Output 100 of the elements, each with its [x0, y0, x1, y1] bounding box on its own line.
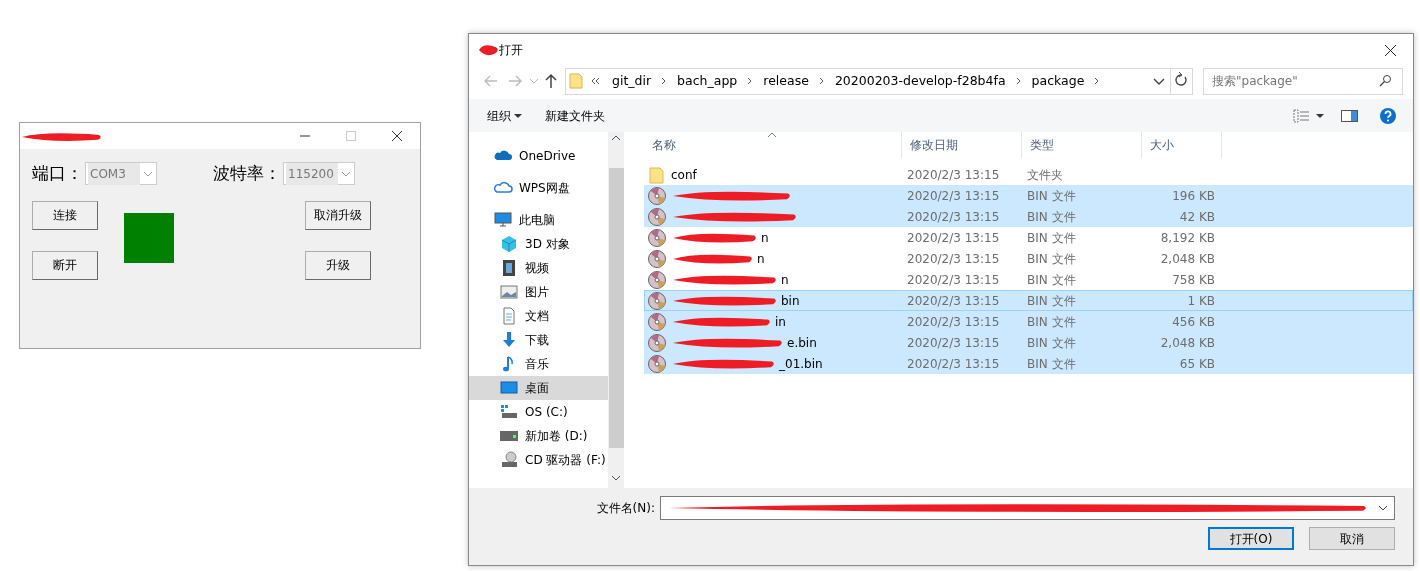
file-date: 2020/2/3 13:15 — [906, 314, 1001, 331]
organize-menu[interactable]: 组织 — [487, 106, 511, 125]
scrollbar[interactable] — [608, 132, 624, 488]
file-row[interactable]: e.bin 2020/2/3 13:15 BIN 文件 2,048 KB — [644, 332, 1413, 353]
file-date: 2020/2/3 13:15 — [906, 251, 1001, 268]
file-type: BIN 文件 — [1026, 314, 1077, 331]
file-date: 2020/2/3 13:15 — [906, 209, 1001, 226]
file-name: _01.bin — [779, 356, 823, 373]
address-bar[interactable]: git_dir bach_app release 20200203-develop-f28b4fa package — [565, 67, 1193, 95]
file-date: 2020/2/3 13:15 — [906, 356, 1001, 373]
file-type: BIN 文件 — [1026, 335, 1077, 352]
picture-icon — [499, 282, 519, 302]
nav-item[interactable]: 视频 — [469, 256, 608, 280]
cd-icon — [499, 450, 519, 470]
nav-item[interactable]: 图片 — [469, 280, 608, 304]
file-type: 文件夹 — [1026, 166, 1064, 184]
cancel-button[interactable]: 取消 — [1309, 527, 1395, 550]
breadcrumb-item[interactable]: git_dir — [604, 71, 660, 91]
connect-button[interactable]: 连接 — [32, 200, 98, 230]
breadcrumb-item[interactable]: package — [1023, 71, 1093, 91]
file-type: BIN 文件 — [1026, 356, 1077, 373]
breadcrumb-item[interactable]: release — [755, 71, 817, 91]
file-date: 2020/2/3 13:15 — [906, 188, 1001, 205]
file-row[interactable]: in 2020/2/3 13:15 BIN 文件 456 KB — [644, 311, 1413, 332]
upgrade-button[interactable]: 升级 — [305, 250, 371, 280]
file-name: e.bin — [787, 335, 817, 352]
disc-file-icon — [647, 333, 667, 353]
file-type: BIN 文件 — [1026, 272, 1077, 289]
nav-item[interactable]: 新加卷 (D:) — [469, 424, 608, 448]
file-row[interactable]: 2020/2/3 13:15 BIN 文件 42 KB — [644, 206, 1413, 227]
file-size: 1 KB — [1186, 293, 1216, 310]
file-row[interactable]: 2020/2/3 13:15 BIN 文件 196 KB — [644, 185, 1413, 206]
baud-rate-dropdown[interactable]: 115200 — [283, 162, 355, 186]
file-size: 2,048 KB — [1159, 251, 1216, 268]
help-icon[interactable] — [1379, 106, 1397, 125]
name-column-header[interactable]: 名称 — [644, 132, 902, 158]
type-column-header[interactable]: 类型 — [1022, 132, 1142, 158]
disc-file-icon — [647, 291, 667, 311]
nav-item[interactable]: CD 驱动器 (F:) — [469, 448, 608, 472]
cube-icon — [499, 234, 519, 254]
file-name-field[interactable] — [660, 496, 1395, 520]
search-field[interactable]: 搜索"package" — [1203, 67, 1403, 95]
disc-file-icon — [647, 312, 667, 332]
cancel-upgrade-button[interactable]: 取消升级 — [305, 200, 371, 230]
file-size: 42 KB — [1178, 209, 1216, 226]
file-size: 758 KB — [1171, 272, 1216, 289]
file-row[interactable]: n 2020/2/3 13:15 BIN 文件 758 KB — [644, 269, 1413, 290]
nav-item[interactable]: 3D 对象 — [469, 232, 608, 256]
nav-item[interactable]: WPS网盘 — [469, 176, 608, 200]
maximize-icon — [346, 131, 356, 141]
port-label: 端口： — [32, 162, 83, 185]
port-dropdown[interactable]: COM3 — [85, 162, 157, 186]
scrollbar-thumb[interactable] — [608, 168, 624, 448]
nav-item[interactable]: OS (C:) — [469, 400, 608, 424]
file-size: 65 KB — [1178, 356, 1216, 373]
file-date: 2020/2/3 13:15 — [906, 230, 1001, 247]
file-name: in — [775, 314, 786, 331]
disc-file-icon — [647, 228, 667, 248]
file-date: 2020/2/3 13:15 — [906, 272, 1001, 289]
file-row[interactable]: bin 2020/2/3 13:15 BIN 文件 1 KB — [644, 290, 1413, 311]
sort-caret-icon — [766, 130, 778, 138]
file-size: 196 KB — [1171, 188, 1216, 205]
size-column-header[interactable]: 大小 — [1142, 132, 1222, 158]
file-name-label: 文件名(N): — [596, 500, 655, 517]
nav-item[interactable]: 文档 — [469, 304, 608, 328]
file-date: 2020/2/3 13:15 — [906, 293, 1001, 310]
file-type: BIN 文件 — [1026, 251, 1077, 268]
pc-icon — [493, 210, 513, 230]
search-placeholder: 搜索"package" — [1212, 73, 1298, 90]
nav-item[interactable]: 音乐 — [469, 352, 608, 376]
baud-rate-label: 波特率： — [213, 162, 281, 185]
file-type: BIN 文件 — [1026, 293, 1077, 310]
file-row[interactable]: n 2020/2/3 13:15 BIN 文件 8,192 KB — [644, 227, 1413, 248]
file-name: bin — [781, 293, 800, 310]
file-size: 2,048 KB — [1159, 335, 1216, 352]
close-icon[interactable] — [392, 131, 402, 141]
file-row[interactable]: n 2020/2/3 13:15 BIN 文件 2,048 KB — [644, 248, 1413, 269]
file-size: 456 KB — [1171, 314, 1216, 331]
breadcrumb-item[interactable]: 20200203-develop-f28b4fa — [826, 71, 1014, 91]
preview-pane-icon[interactable] — [1339, 107, 1361, 124]
file-row[interactable]: _01.bin 2020/2/3 13:15 BIN 文件 65 KB — [644, 353, 1413, 374]
new-folder-button[interactable]: 新建文件夹 — [545, 106, 605, 125]
breadcrumb-item[interactable]: bach_app — [669, 71, 746, 91]
disc-file-icon — [647, 270, 667, 290]
nav-item[interactable]: 下载 — [469, 328, 608, 352]
file-size: 8,192 KB — [1159, 230, 1216, 247]
disc-file-icon — [647, 354, 667, 374]
file-date: 2020/2/3 13:15 — [906, 166, 1001, 184]
disc-file-icon — [647, 249, 667, 269]
file-row[interactable]: conf 2020/2/3 13:15 文件夹 — [644, 164, 1413, 185]
disc-file-icon — [647, 186, 667, 206]
nav-item[interactable]: 此电脑 — [469, 208, 608, 232]
open-button[interactable]: 打开(O) — [1208, 527, 1294, 550]
window-title: 打开 — [499, 41, 523, 59]
file-type: BIN 文件 — [1026, 230, 1077, 247]
date-column-header[interactable]: 修改日期 — [902, 132, 1022, 158]
nav-item[interactable]: OneDrive — [469, 144, 608, 168]
disconnect-button[interactable]: 断开 — [32, 250, 98, 280]
nav-item[interactable]: 桌面 — [469, 376, 608, 400]
file-date: 2020/2/3 13:15 — [906, 335, 1001, 352]
